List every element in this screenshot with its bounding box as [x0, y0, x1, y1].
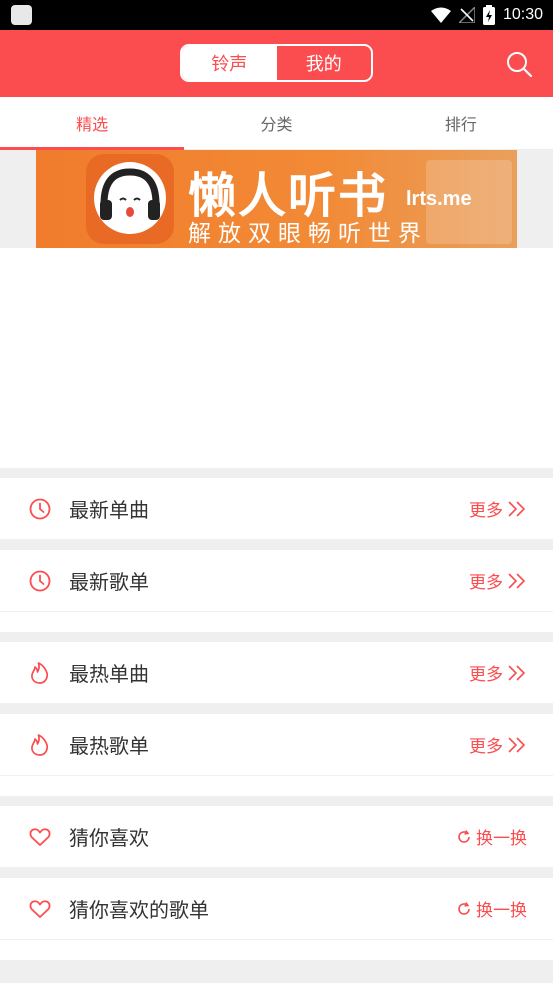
- heart-icon: [29, 827, 51, 846]
- flame-icon: [31, 661, 49, 684]
- divider: [0, 796, 553, 806]
- spacer: [0, 940, 553, 960]
- no-signal-icon: [458, 7, 475, 23]
- refresh-label: 换一换: [476, 901, 527, 921]
- search-icon[interactable]: [505, 50, 533, 78]
- tab-category[interactable]: 分类: [184, 97, 368, 149]
- double-chevron-right-icon: [508, 736, 526, 753]
- divider: [0, 468, 553, 478]
- section-label: 最热单曲: [69, 662, 149, 686]
- section-latest-singles[interactable]: 最新单曲 更多: [0, 478, 553, 540]
- section-label: 猜你喜欢的歌单: [69, 898, 209, 922]
- double-chevron-right-icon: [508, 500, 526, 517]
- flame-icon: [31, 733, 49, 756]
- more-label: 更多: [469, 573, 503, 593]
- more-label: 更多: [469, 501, 503, 521]
- double-chevron-right-icon: [508, 572, 526, 589]
- section-label: 猜你喜欢: [69, 826, 149, 850]
- section-label: 最新歌单: [69, 570, 149, 594]
- banner-area: 懒人听书 lrts.me 解放双眼畅听世界: [0, 150, 553, 248]
- clock-time: 10:30: [502, 6, 543, 23]
- refresh-button[interactable]: 换一换: [456, 824, 527, 849]
- more-button[interactable]: 更多: [469, 568, 527, 593]
- lanren-logo: [86, 154, 174, 244]
- headphone-face-icon: [94, 162, 166, 234]
- divider: [0, 540, 553, 550]
- section-label: 最热歌单: [69, 734, 149, 758]
- section-guess-playlists[interactable]: 猜你喜欢的歌单 换一换: [0, 878, 553, 940]
- section-guess-you-like[interactable]: 猜你喜欢 换一换: [0, 806, 553, 868]
- refresh-icon: [458, 829, 470, 843]
- divider: [0, 868, 553, 878]
- tab-ranking[interactable]: 排行: [369, 97, 553, 149]
- clock-icon: [29, 570, 51, 591]
- banner-slogan: 解放双眼畅听世界: [188, 221, 428, 247]
- section-latest-playlists[interactable]: 最新歌单 更多: [0, 550, 553, 612]
- refresh-icon: [458, 901, 470, 915]
- more-button[interactable]: 更多: [469, 732, 527, 757]
- double-chevron-right-icon: [508, 664, 526, 681]
- tab-bar: 精选 分类 排行: [0, 97, 553, 150]
- app-header: 铃声 我的: [0, 30, 553, 97]
- content-blank-area: [0, 248, 553, 468]
- banner-domain: lrts.me: [406, 188, 472, 210]
- tab-featured[interactable]: 精选: [0, 97, 185, 150]
- divider: [0, 632, 553, 642]
- clock-icon: [29, 498, 51, 519]
- segment-mine[interactable]: 我的: [277, 46, 372, 80]
- battery-charging-icon: [482, 5, 495, 25]
- more-label: 更多: [469, 737, 503, 757]
- wifi-icon: [430, 7, 451, 23]
- refresh-button[interactable]: 换一换: [456, 896, 527, 921]
- refresh-label: 换一换: [476, 829, 527, 849]
- segment-ringtone[interactable]: 铃声: [182, 46, 277, 80]
- heart-icon: [29, 899, 51, 918]
- ad-banner[interactable]: 懒人听书 lrts.me 解放双眼畅听世界: [36, 150, 517, 248]
- status-icons: 10:30: [430, 0, 543, 30]
- more-button[interactable]: 更多: [469, 660, 527, 685]
- more-button[interactable]: 更多: [469, 496, 527, 521]
- divider: [0, 704, 553, 714]
- section-hot-playlists[interactable]: 最热歌单 更多: [0, 714, 553, 776]
- status-bar: 10:30: [0, 0, 553, 30]
- section-hot-singles[interactable]: 最热单曲 更多: [0, 642, 553, 704]
- more-label: 更多: [469, 665, 503, 685]
- divider: [0, 960, 553, 983]
- app-icon: [11, 5, 32, 25]
- section-label: 最新单曲: [69, 498, 149, 522]
- segment-control: 铃声 我的: [180, 44, 373, 82]
